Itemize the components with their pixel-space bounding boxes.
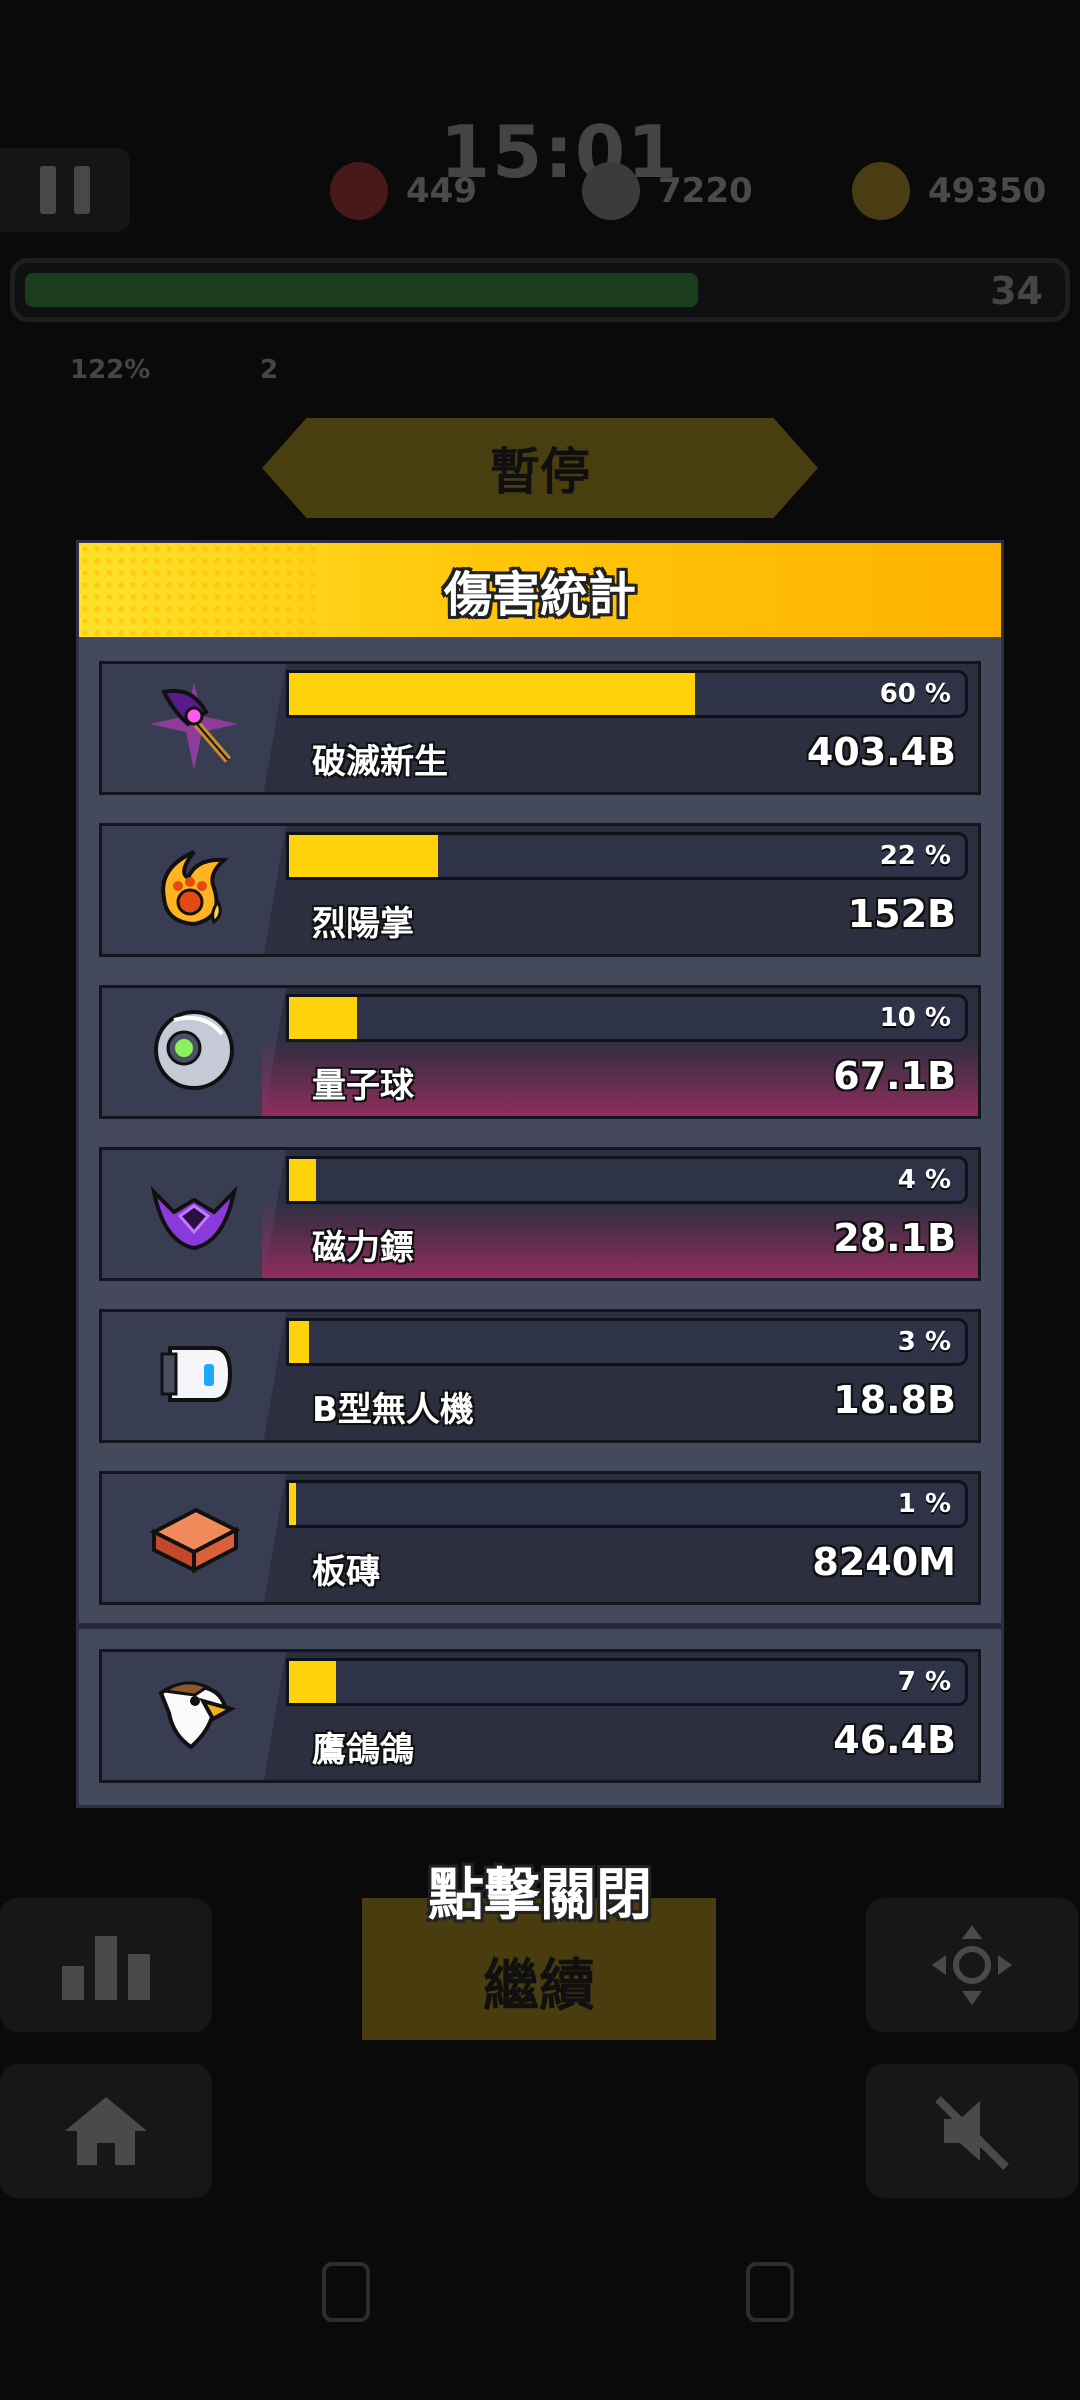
damage-row: 3 % B型無人機 18.8B	[99, 1309, 981, 1443]
pet-icon-cell	[102, 1652, 286, 1780]
damage-bar: 60 %	[286, 670, 968, 718]
drone-b-icon	[144, 1324, 244, 1428]
damage-bar-fill	[289, 1321, 310, 1363]
damage-bar: 7 %	[286, 1658, 968, 1706]
weapon-name: B型無人機	[312, 1390, 474, 1430]
home-icon	[65, 2097, 147, 2165]
mute-icon	[935, 2096, 1009, 2170]
dpad-icon	[932, 1925, 1012, 2005]
damage-value: 18.8B	[833, 1378, 956, 1422]
damage-value: 403.4B	[806, 730, 956, 774]
damage-percent: 1 %	[897, 1489, 951, 1519]
damage-bar-fill	[289, 1483, 296, 1525]
damage-bar-fill	[289, 1159, 317, 1201]
weapon-icon-cell	[102, 1474, 286, 1602]
damage-bar: 4 %	[286, 1156, 968, 1204]
stat-b: 2	[260, 355, 279, 385]
damage-value: 67.1B	[833, 1054, 956, 1098]
dock-icon-left	[322, 2262, 370, 2322]
damage-percent: 3 %	[897, 1327, 951, 1357]
bar-chart-icon	[62, 1936, 150, 2000]
damage-bar: 10 %	[286, 994, 968, 1042]
damage-row: 60 % 破滅新生 403.4B	[99, 661, 981, 795]
magnetic-dart-icon	[144, 1162, 244, 1266]
weapon-icon-cell	[102, 1312, 286, 1440]
mute-button[interactable]	[866, 2064, 1078, 2198]
coins-value: 49350	[928, 171, 1047, 211]
damage-value: 152B	[847, 892, 956, 936]
hearts-value: 449	[406, 171, 477, 211]
damage-stats-modal: 傷害統計 60 % 破滅新生 403.4B 22 % 烈陽掌 152B 10 % 量子球 67.…	[76, 540, 1004, 1808]
damage-value: 46.4B	[833, 1718, 956, 1762]
skull-icon	[582, 162, 640, 220]
divider	[79, 1623, 1001, 1629]
weapon-icon-cell	[102, 826, 286, 954]
damage-bar-fill	[289, 835, 438, 877]
damage-row: 4 % 磁力鏢 28.1B	[99, 1147, 981, 1281]
heart-icon	[330, 162, 388, 220]
coin-icon	[852, 162, 910, 220]
coins-counter: 49350	[852, 158, 1046, 224]
modal-title: 傷害統計	[443, 567, 636, 623]
tap-to-close-hint[interactable]: 點擊關閉	[0, 1850, 1080, 1931]
level-value: 34	[990, 269, 1043, 313]
pet-damage-row: 7 % 鷹鴿鴿 46.4B	[99, 1649, 981, 1783]
weapon-icon-cell	[102, 1150, 286, 1278]
damage-bar: 1 %	[286, 1480, 968, 1528]
damage-value: 28.1B	[833, 1216, 956, 1260]
damage-row: 1 % 板磚 8240M	[99, 1471, 981, 1605]
kills-counter: 7220	[582, 158, 753, 224]
modal-header: 傷害統計	[79, 543, 1001, 637]
damage-list: 60 % 破滅新生 403.4B 22 % 烈陽掌 152B 10 % 量子球 67.1B 4 %…	[99, 661, 981, 1633]
damage-bar: 3 %	[286, 1318, 968, 1366]
home-button[interactable]	[0, 2064, 212, 2198]
xp-bar-fill	[25, 273, 699, 307]
pet-name: 鷹鴿鴿	[312, 1730, 414, 1770]
weapon-icon-cell	[102, 988, 286, 1116]
damage-bar: 22 %	[286, 832, 968, 880]
damage-percent: 22 %	[879, 841, 951, 871]
weapon-icon-cell	[102, 664, 286, 792]
dock-icon-right	[746, 2262, 794, 2322]
damage-value: 8240M	[812, 1540, 956, 1584]
weapon-name: 烈陽掌	[312, 904, 414, 944]
brick-icon	[144, 1486, 244, 1590]
damage-percent: 4 %	[897, 1165, 951, 1195]
damage-percent: 60 %	[879, 679, 951, 709]
damage-percent: 10 %	[879, 1003, 951, 1033]
stat-a: 122%	[70, 355, 151, 385]
damage-row: 10 % 量子球 67.1B	[99, 985, 981, 1119]
damage-row: 22 % 烈陽掌 152B	[99, 823, 981, 957]
xp-bar: 34	[10, 258, 1070, 322]
damage-bar-fill	[289, 997, 357, 1039]
hearts-counter: 449	[330, 158, 477, 224]
weapon-name: 量子球	[312, 1066, 414, 1106]
weapon-name: 磁力鏢	[312, 1228, 414, 1268]
fire-paw-icon	[144, 838, 244, 942]
pause-button[interactable]	[0, 148, 130, 232]
purple-axe-icon	[144, 676, 244, 780]
damage-bar-fill	[289, 673, 695, 715]
kills-value: 7220	[658, 171, 753, 211]
damage-bar-fill	[289, 1661, 337, 1703]
pause-title: 暫停	[262, 418, 818, 518]
weapon-name: 板磚	[312, 1552, 380, 1592]
weapon-name: 破滅新生	[312, 742, 448, 782]
quantum-orb-icon	[144, 1000, 244, 1104]
eagle-icon	[158, 1681, 237, 1750]
damage-percent: 7 %	[897, 1667, 951, 1697]
